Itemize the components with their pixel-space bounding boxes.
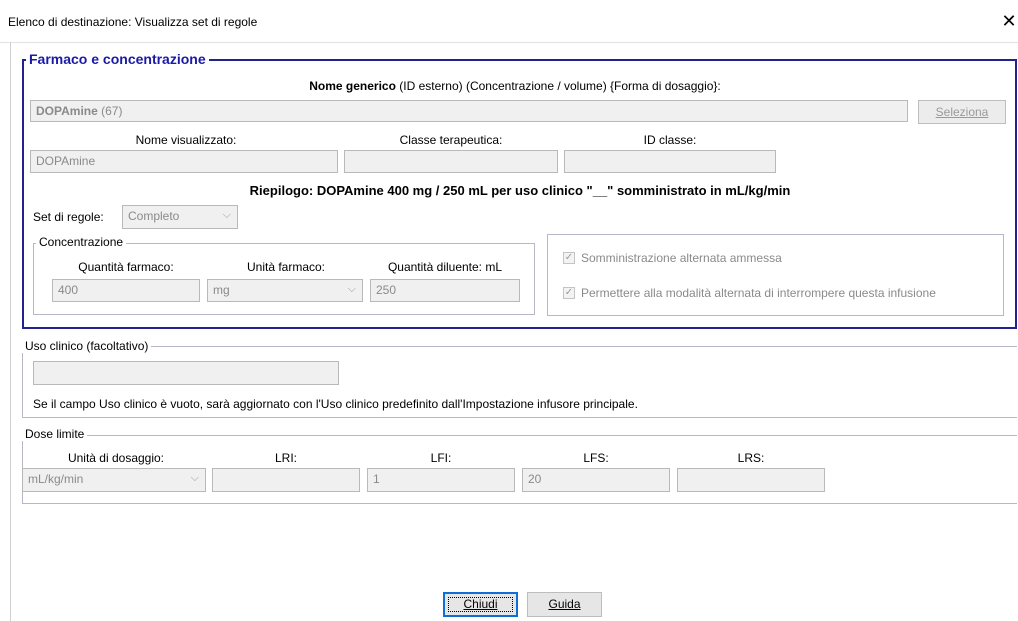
rule-set-value: Completo [128,209,180,223]
generic-name-field[interactable]: DOPAmine (67) [30,100,908,122]
concentration-legend: Concentrazione [36,235,127,249]
rule-set-label: Set di regole: [33,210,104,224]
select-button[interactable]: Seleziona [918,100,1006,124]
therapeutic-class-label: Classe terapeutica: [399,133,503,147]
dose-unit-value: mL/kg/min [28,472,84,486]
display-name-field[interactable]: DOPAmine [30,150,338,173]
window-left-border [10,42,11,621]
help-button[interactable]: Guida [527,592,602,617]
lrs-label: LRS: [737,451,765,465]
drug-amount-field[interactable]: 400 [52,279,200,302]
lfs-field[interactable]: 20 [522,468,670,492]
drug-unit-label: Unità farmaco: [246,260,326,274]
dose-unit-label: Unità di dosaggio: [67,451,165,465]
drug-group-legend: Farmaco e concentrazione [26,51,209,67]
options-box [547,234,1004,316]
close-button[interactable]: Chiudi [443,592,518,617]
close-icon[interactable]: ✕ [1000,11,1018,31]
drug-unit-value: mg [213,283,230,297]
chevron-down-icon: ⌵ [222,209,231,221]
alt-mode-interrupt-label: Permettere alla modalità alternata di in… [581,286,936,300]
alt-admin-label: Somministrazione alternata ammessa [581,251,782,265]
generic-name-value-rest: (67) [97,104,123,118]
chevron-down-icon: ⌵ [347,283,356,295]
diluent-label: Quantità diluente: mL [387,260,503,274]
lfi-label: LFI: [430,451,452,465]
lrs-field[interactable] [677,468,825,492]
select-button-label: Seleziona [935,105,989,119]
alt-mode-interrupt-checkbox[interactable]: ✓ [563,287,575,299]
close-button-focus: Chiudi [445,594,516,615]
lfi-field[interactable]: 1 [367,468,515,492]
lfs-label: LFS: [583,451,609,465]
summary-text: Riepilogo: DOPAmine 400 mg / 250 mL per … [249,183,791,198]
class-id-field[interactable] [564,150,776,173]
class-id-label: ID classe: [643,133,697,147]
drug-amount-label: Quantità farmaco: [78,260,174,274]
drug-unit-dropdown[interactable]: mg ⌵ [207,279,363,302]
generic-name-header: Nome generico (ID esterno) (Concentrazio… [30,79,1000,93]
alt-admin-checkbox[interactable]: ✓ [563,252,575,264]
clinical-use-legend: Uso clinico (facoltativo) [22,339,152,353]
dose-limits-legend: Dose limite [22,427,88,441]
clinical-use-field[interactable] [33,361,339,385]
window-title: Elenco di destinazione: Visualizza set d… [8,15,258,29]
generic-name-header-bold: Nome generico [309,79,396,93]
help-button-label: Guida [548,597,581,611]
title-divider [0,42,1018,43]
diluent-field[interactable]: 250 [370,279,520,302]
generic-name-header-rest: (ID esterno) (Concentrazione / volume) {… [395,79,721,93]
clinical-use-note: Se il campo Uso clinico è vuoto, sarà ag… [33,397,638,411]
display-name-label: Nome visualizzato: [135,133,237,147]
chevron-down-icon: ⌵ [190,472,199,484]
therapeutic-class-field[interactable] [344,150,558,173]
dose-unit-dropdown[interactable]: mL/kg/min ⌵ [22,468,206,492]
lri-field[interactable] [212,468,360,492]
close-button-label: Chiudi [463,597,498,611]
lri-label: LRI: [274,451,297,465]
generic-name-value-bold: DOPAmine [36,104,98,118]
rule-set-dropdown[interactable]: Completo ⌵ [122,205,238,229]
